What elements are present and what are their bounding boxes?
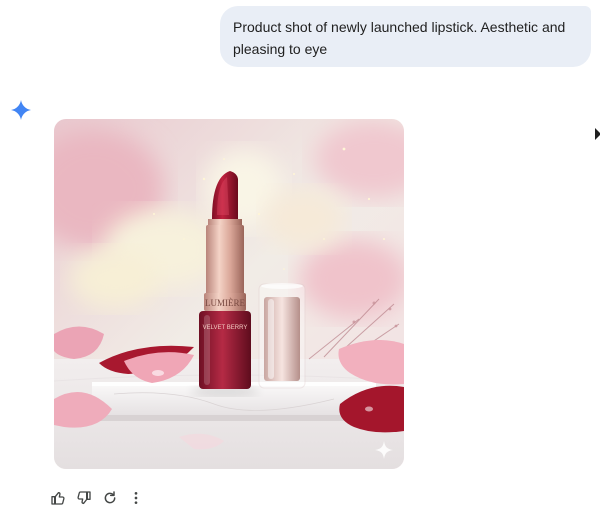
user-message-text: Product shot of newly launched lipstick.… <box>233 19 566 57</box>
regenerate-icon <box>104 491 116 504</box>
user-message-bubble: Product shot of newly launched lipstick.… <box>220 6 591 67</box>
generated-image[interactable]: LUMIÈRE VELVET BERRY <box>54 119 404 469</box>
response-actions-bar <box>45 487 149 509</box>
more-vert-icon <box>134 492 138 504</box>
thumbs-down-button[interactable] <box>71 487 97 509</box>
thumbs-up-button[interactable] <box>45 487 71 509</box>
more-options-button[interactable] <box>123 487 149 509</box>
lipstick-brand-text: LUMIÈRE <box>205 298 245 308</box>
thumbs-up-icon <box>51 492 65 505</box>
lipstick-shade-text: VELVET BERRY <box>203 325 248 331</box>
thumbs-down-icon <box>77 491 91 505</box>
gemini-sparkle-icon <box>11 100 31 120</box>
regenerate-button[interactable] <box>97 487 123 509</box>
mouse-cursor-icon <box>595 128 600 140</box>
